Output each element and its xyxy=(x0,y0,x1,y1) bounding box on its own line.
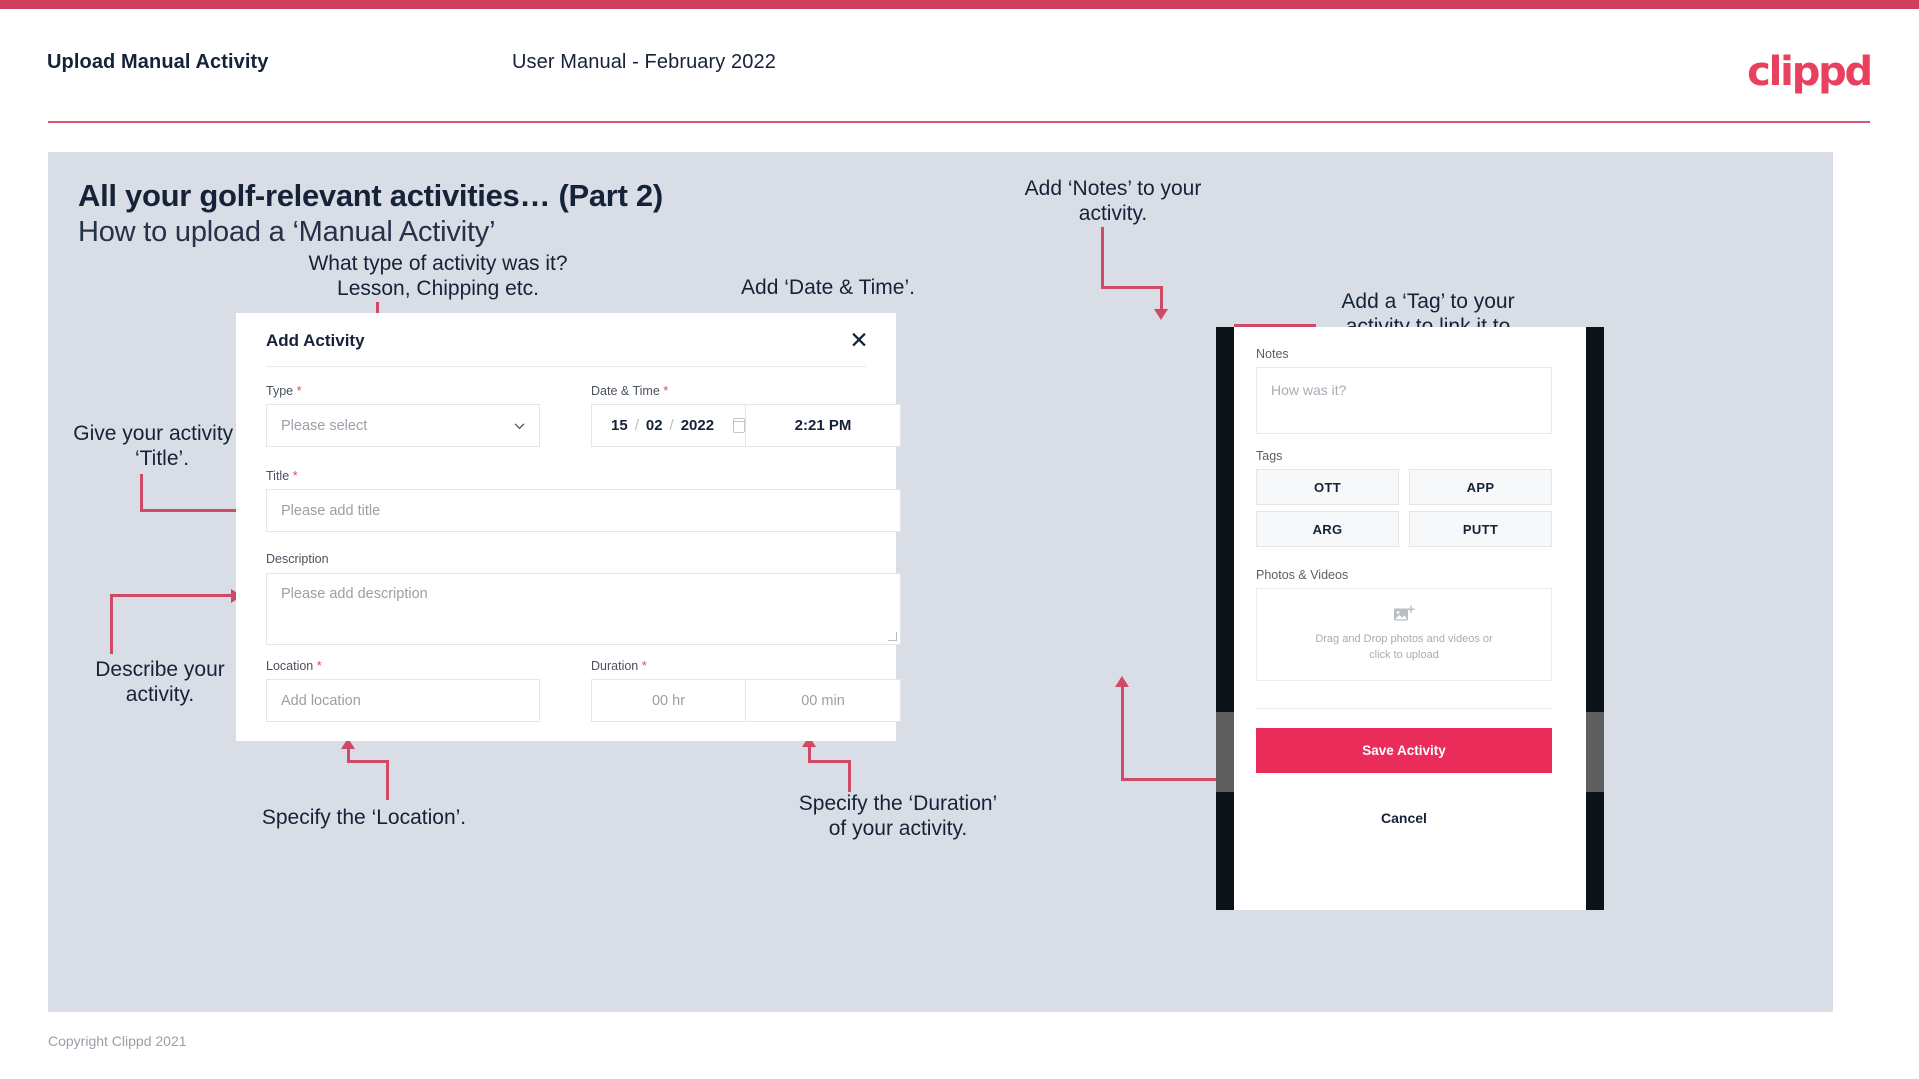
date-month: 02 xyxy=(645,417,663,434)
arrow-notes-seg2 xyxy=(1101,286,1163,289)
calendar-icon[interactable] xyxy=(732,418,746,433)
dropzone-text: Drag and Drop photos and videos or click… xyxy=(1315,632,1492,664)
arrow-savecancel-head xyxy=(1115,676,1129,687)
slide-subtitle: How to upload a ‘Manual Activity’ xyxy=(78,216,496,248)
add-activity-dialog: Add Activity ✕ Type * Please select Date… xyxy=(236,313,901,741)
location-required-mark: * xyxy=(316,658,322,673)
phone-volume-button-left xyxy=(1216,712,1234,792)
annotation-type: What type of activity was it? Lesson, Ch… xyxy=(308,252,568,300)
dialog-header: Add Activity ✕ xyxy=(236,313,896,366)
resize-handle-icon[interactable] xyxy=(888,632,897,641)
page-subtitle: User Manual - February 2022 xyxy=(512,51,776,73)
duration-required-mark: * xyxy=(641,658,647,673)
tag-button-ott[interactable]: OTT xyxy=(1256,469,1399,505)
duration-minutes-input[interactable]: 00 min xyxy=(746,679,901,722)
title-label: Title * xyxy=(266,468,298,483)
annotation-location: Specify the ‘Location’. xyxy=(261,806,467,829)
title-placeholder: Please add title xyxy=(281,502,381,519)
type-select-placeholder: Please select xyxy=(281,417,368,434)
close-icon[interactable]: ✕ xyxy=(844,325,874,355)
add-image-icon xyxy=(1394,605,1415,621)
tag-button-app[interactable]: APP xyxy=(1409,469,1552,505)
type-label-text: Type xyxy=(266,384,294,398)
phone-right-edge xyxy=(1586,327,1604,910)
location-label-text: Location xyxy=(266,659,314,673)
annotation-notes: Add ‘Notes’ to your activity. xyxy=(1024,177,1202,225)
datetime-required-mark: * xyxy=(663,383,669,398)
type-required-mark: * xyxy=(296,383,302,398)
annotation-description: Describe your activity. xyxy=(95,658,225,706)
phone-power-button-right xyxy=(1586,712,1604,792)
header-divider xyxy=(48,121,1870,123)
notes-label: Notes xyxy=(1256,347,1289,361)
duration-minutes-placeholder: 00 min xyxy=(801,692,845,709)
description-placeholder: Please add description xyxy=(281,586,428,602)
slide-page: Upload Manual Activity User Manual - Feb… xyxy=(0,0,1919,1079)
dialog-title: Add Activity xyxy=(266,331,365,350)
notes-placeholder: How was it? xyxy=(1271,382,1347,398)
arrow-title-seg2 xyxy=(140,509,250,512)
description-textarea[interactable]: Please add description xyxy=(266,573,901,645)
arrow-notes-seg1 xyxy=(1101,227,1104,289)
date-input[interactable]: 15 / 02 / 2022 xyxy=(591,404,746,447)
page-header: Upload Manual Activity User Manual - Feb… xyxy=(0,9,1919,121)
save-activity-button[interactable]: Save Activity xyxy=(1256,728,1552,773)
description-label: Description xyxy=(266,552,329,566)
duration-hours-input[interactable]: 00 hr xyxy=(591,679,746,722)
tag-button-arg[interactable]: ARG xyxy=(1256,511,1399,547)
page-title: Upload Manual Activity xyxy=(47,51,269,73)
title-input[interactable]: Please add title xyxy=(266,489,901,532)
chevron-down-icon xyxy=(514,423,525,429)
title-required-mark: * xyxy=(292,468,298,483)
arrow-description-seg2 xyxy=(110,594,234,597)
notes-textarea[interactable] xyxy=(1256,367,1552,434)
duration-hours-placeholder: 00 hr xyxy=(651,692,686,709)
phone-screen: Notes How was it? Tags OTT APP ARG PUTT … xyxy=(1234,327,1586,910)
type-select[interactable]: Please select xyxy=(266,404,540,447)
time-input[interactable]: 2:21 PM xyxy=(746,404,901,447)
location-label: Location * xyxy=(266,658,322,673)
phone-left-edge xyxy=(1216,327,1234,910)
location-placeholder: Add location xyxy=(281,692,361,709)
arrow-description-seg1 xyxy=(110,594,113,654)
date-year: 2022 xyxy=(680,417,715,434)
photo-upload-dropzone[interactable]: Drag and Drop photos and videos or click… xyxy=(1256,588,1552,681)
dialog-divider xyxy=(266,366,866,367)
slide-title: All your golf-relevant activities… (Part… xyxy=(78,178,663,213)
phone-mockup: Notes How was it? Tags OTT APP ARG PUTT … xyxy=(1216,327,1604,910)
arrow-savecancel-seg2 xyxy=(1121,686,1124,780)
arrow-notes-head xyxy=(1154,309,1168,320)
description-label-text: Description xyxy=(266,552,329,566)
photos-label: Photos & Videos xyxy=(1256,568,1349,582)
dropzone-line2: click to upload xyxy=(1369,649,1439,661)
annotation-datetime: Add ‘Date & Time’. xyxy=(741,276,915,299)
datetime-label: Date & Time * xyxy=(591,383,668,398)
arrow-duration-seg1 xyxy=(848,760,851,792)
type-label: Type * xyxy=(266,383,302,398)
duration-label-text: Duration xyxy=(591,659,639,673)
title-label-text: Title xyxy=(266,469,290,483)
dropzone-line1: Drag and Drop photos and videos or xyxy=(1315,633,1493,646)
copyright-text: Copyright Clippd 2021 xyxy=(48,1033,187,1049)
arrow-title-seg1 xyxy=(140,474,143,512)
phone-divider xyxy=(1256,708,1552,709)
date-day: 15 xyxy=(611,417,628,434)
arrow-duration-seg2 xyxy=(808,760,851,763)
tag-button-putt[interactable]: PUTT xyxy=(1409,511,1552,547)
tags-label: Tags xyxy=(1256,449,1283,463)
cancel-button[interactable]: Cancel xyxy=(1256,810,1552,826)
time-value: 2:21 PM xyxy=(794,417,852,434)
top-accent-bar xyxy=(0,0,1919,9)
arrow-location-seg1 xyxy=(386,760,389,800)
location-input[interactable]: Add location xyxy=(266,679,540,722)
date-separator-2: / xyxy=(669,417,674,434)
date-separator-1: / xyxy=(634,417,639,434)
arrow-location-seg2 xyxy=(347,760,389,763)
duration-label: Duration * xyxy=(591,658,647,673)
annotation-duration: Specify the ‘Duration’ of your activity. xyxy=(798,792,998,840)
datetime-label-text: Date & Time xyxy=(591,384,660,398)
clippd-logo: clippd xyxy=(1747,49,1873,95)
